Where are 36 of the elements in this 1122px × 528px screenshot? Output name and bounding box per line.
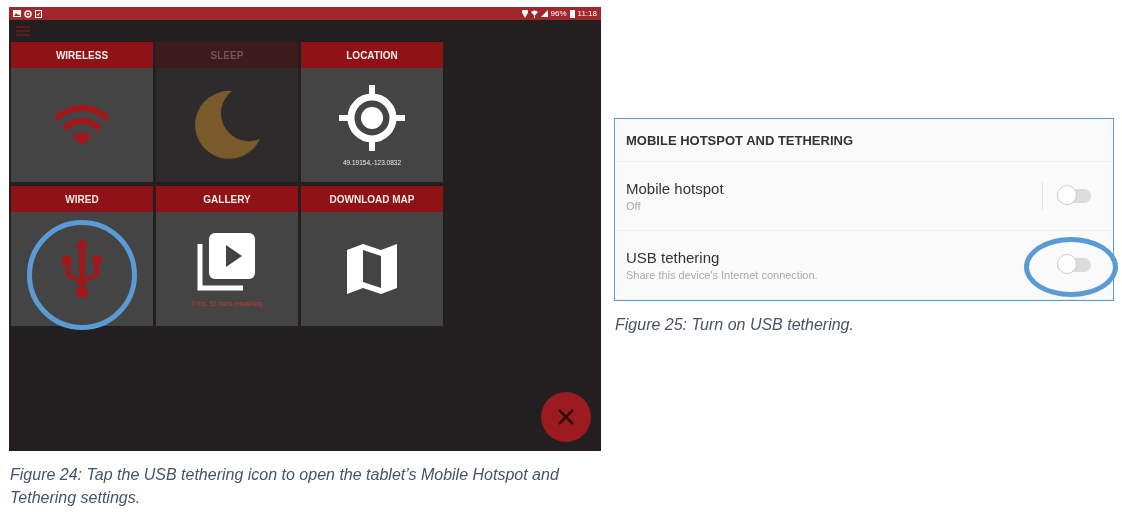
figure-caption: Figure 24: Tap the USB tethering icon to open the tablet’s Mobile Hotspot and Tethering settings. [10, 465, 561, 508]
close-icon [557, 408, 575, 426]
location-pin-icon [521, 9, 528, 18]
tile[interactable]: WIRELESS [11, 42, 153, 182]
wifi-icon [52, 103, 112, 147]
setting-title: Mobile hotspot [626, 180, 724, 197]
circle-icon [24, 9, 32, 18]
gallery-icon [197, 231, 257, 292]
battery-percent: 96% [550, 8, 567, 19]
wifi-signal-icon [530, 9, 538, 18]
checkbox-icon [35, 9, 42, 18]
usb-icon [60, 238, 104, 300]
moon-icon [192, 89, 262, 161]
status-time: 11:18 [577, 8, 597, 19]
tile[interactable]: DOWNLOAD MAP [301, 186, 443, 326]
tile-label: WIRED [11, 186, 153, 212]
setting-subtitle: Share this device's Internet connection. [626, 269, 818, 281]
setting-title: USB tethering [626, 249, 721, 266]
toggle-switch[interactable] [1057, 185, 1091, 207]
menu-icon[interactable] [16, 26, 30, 36]
cell-signal-icon [540, 10, 548, 17]
tile-label: SLEEP [156, 42, 298, 68]
tile-label: LOCATION [301, 42, 443, 68]
close-button[interactable] [541, 392, 591, 442]
crosshair-icon [339, 84, 405, 151]
figure-caption: Figure 25: Turn on USB tethering. [615, 315, 855, 335]
setting-subtitle: Off [626, 200, 642, 212]
section-header: MOBILE HOTSPOT AND TETHERING [626, 132, 854, 148]
tile-label: GALLERY [156, 186, 298, 212]
image-icon [13, 10, 21, 17]
battery-icon [569, 9, 575, 18]
toggle-switch[interactable] [1057, 254, 1091, 276]
tile-label: WIRELESS [11, 42, 153, 68]
tile-label: DOWNLOAD MAP [301, 186, 443, 212]
tile[interactable]: WIRED [11, 186, 153, 326]
map-icon [345, 242, 399, 296]
